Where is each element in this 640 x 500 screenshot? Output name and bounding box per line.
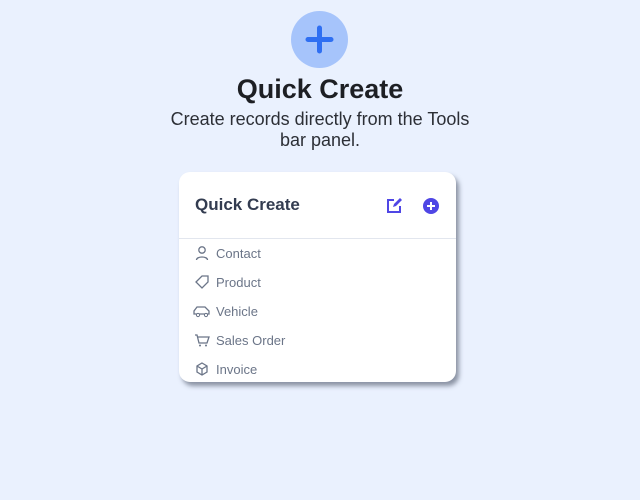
item-label: Contact [216, 245, 261, 261]
item-label: Vehicle [216, 303, 258, 319]
list-item-sales-order[interactable]: Sales Order [193, 330, 285, 350]
add-circle-icon[interactable] [422, 197, 440, 215]
page-subtitle: Create records directly from the Tools b… [170, 109, 470, 150]
list-item-contact[interactable]: Contact [193, 243, 261, 263]
box-icon [196, 362, 208, 376]
user-icon [195, 246, 209, 261]
page-title: Quick Create [236, 74, 404, 104]
item-label: Product [216, 274, 261, 290]
cart-icon [195, 334, 210, 347]
plus-icon [291, 11, 348, 68]
tag-icon [195, 275, 209, 289]
list-item-product[interactable]: Product [193, 272, 261, 292]
car-icon [193, 306, 210, 318]
list-item-invoice[interactable]: Invoice [193, 359, 257, 379]
item-label: Invoice [216, 361, 258, 377]
list-item-vehicle[interactable]: Vehicle [193, 301, 258, 321]
divider [179, 238, 456, 239]
panel-title: Quick Create [195, 195, 300, 214]
quick-create-panel: Quick Create Contact Product Vehicle Sal… [179, 172, 456, 382]
edit-icon[interactable] [385, 197, 403, 215]
item-label: Sales Order [216, 332, 286, 348]
